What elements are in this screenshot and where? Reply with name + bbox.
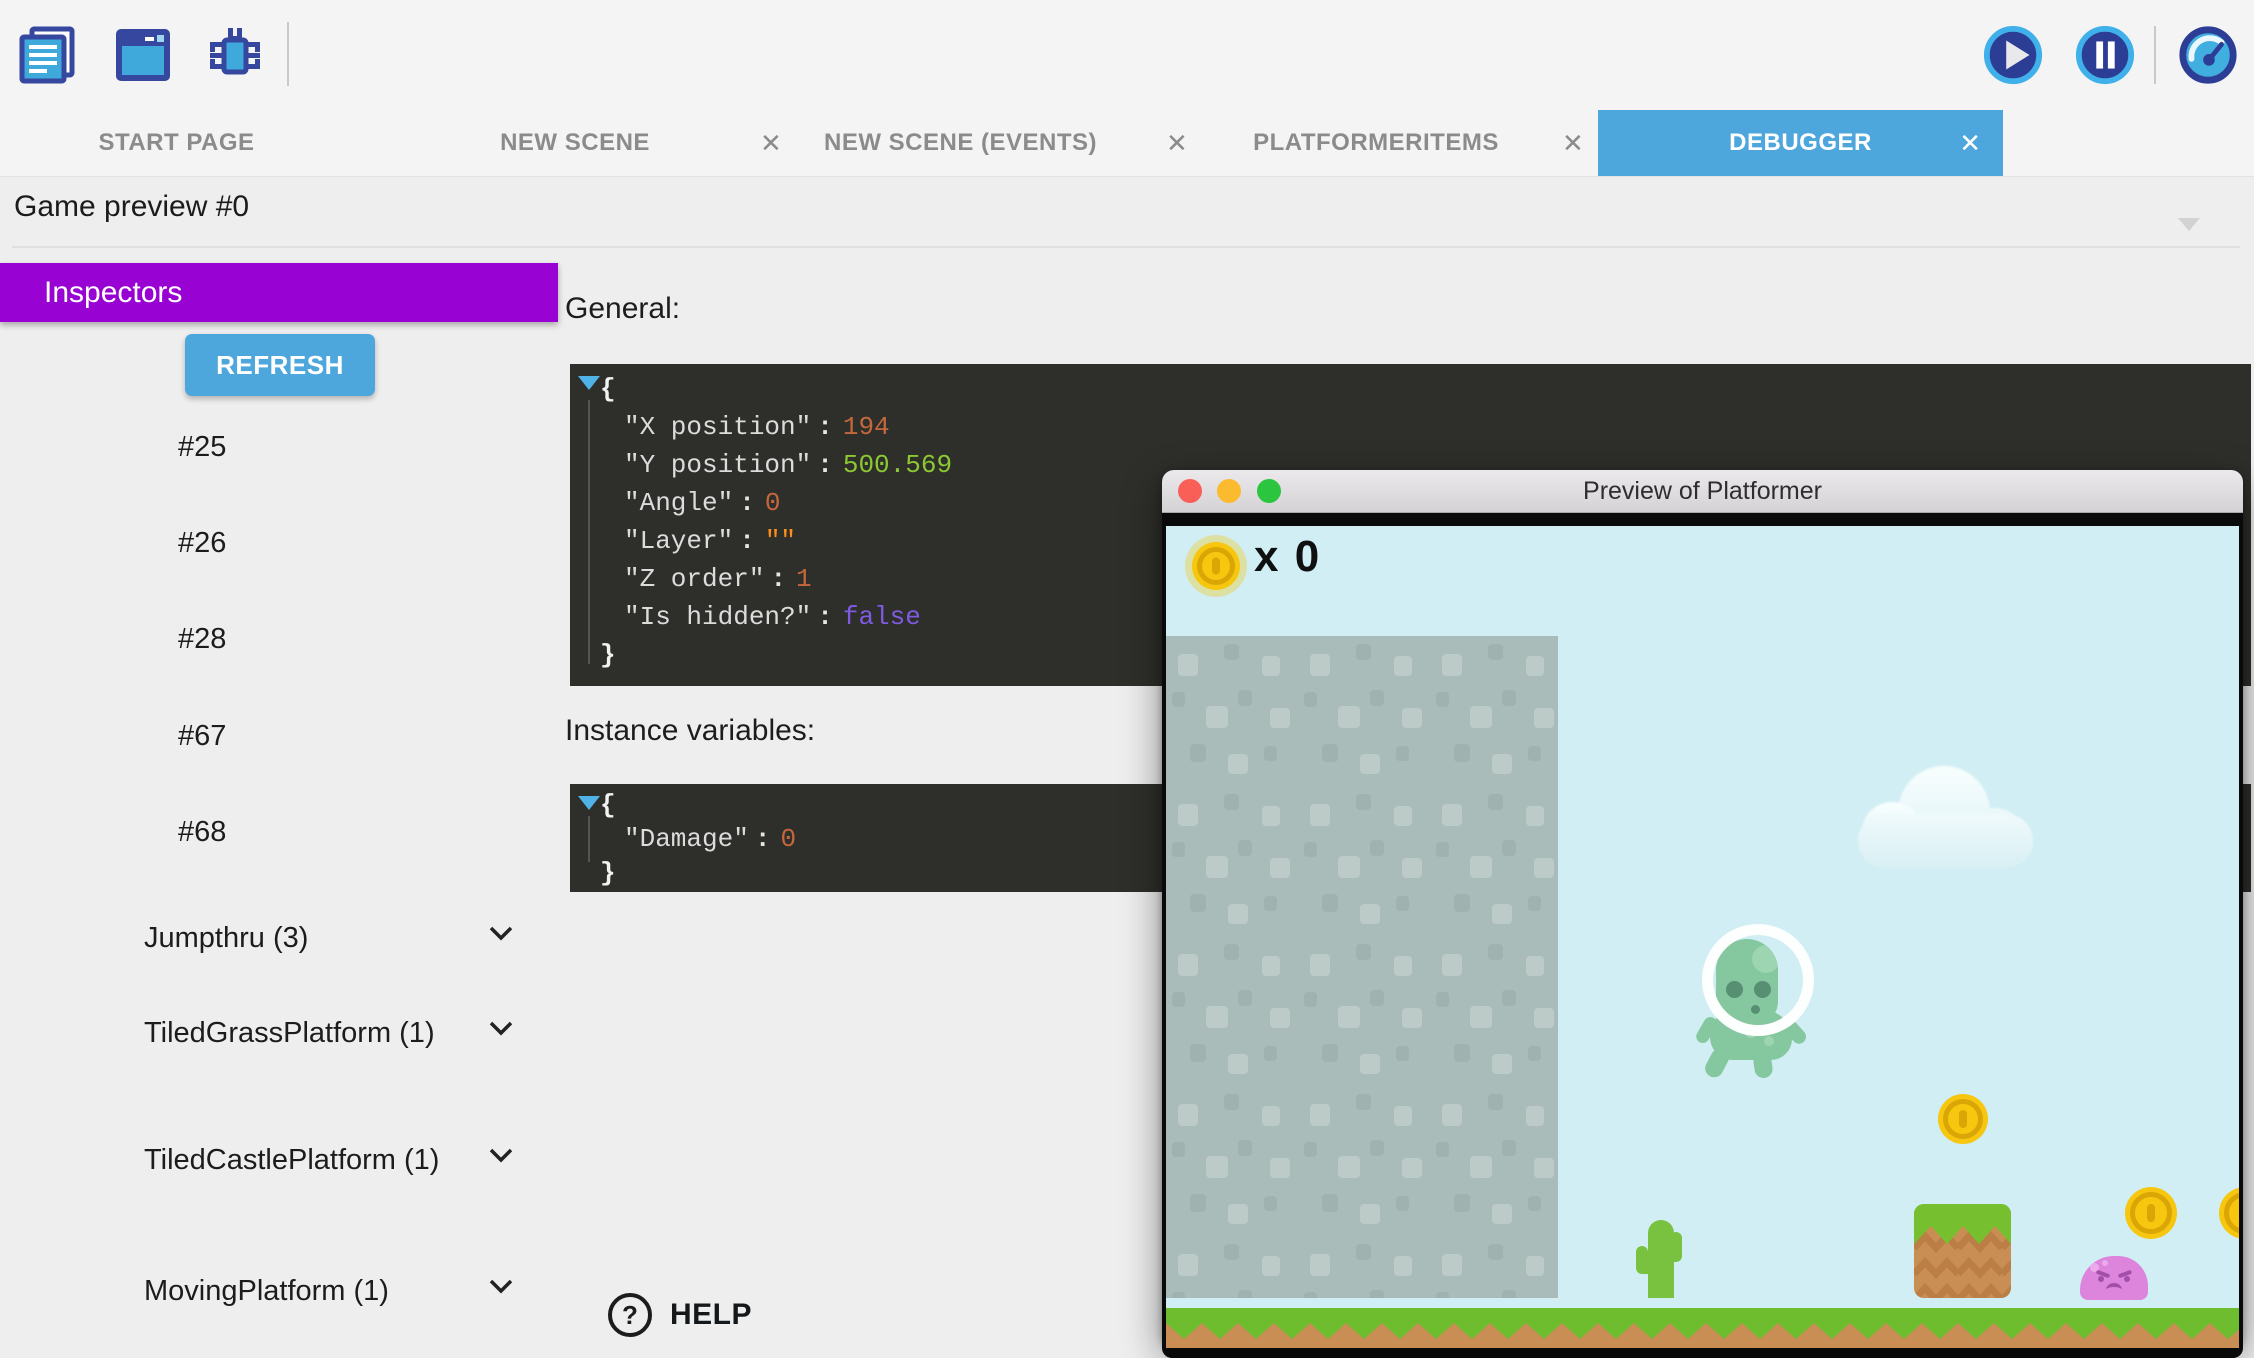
coin-sprite [2219, 1187, 2243, 1239]
sidebar-item-tiledcastleplatform[interactable]: TiledCastlePlatform (1) [144, 1143, 520, 1178]
question-mark-icon: ? [608, 1293, 652, 1337]
main-toolbar [0, 0, 2254, 110]
json-open-brace: { [570, 370, 2251, 408]
tab-new-scene-close-icon[interactable]: ✕ [760, 110, 782, 176]
tab-debugger-label: DEBUGGER [1598, 110, 2003, 176]
instance-variables-section-label: Instance variables: [565, 714, 815, 748]
ground-sprite [1166, 1308, 2239, 1348]
debugger-screen: START PAGE NEW SCENE ✕ NEW SCENE (EVENTS… [0, 0, 2254, 1358]
slime-enemy-sprite [2080, 1256, 2148, 1300]
editor-tabbar: START PAGE NEW SCENE ✕ NEW SCENE (EVENTS… [0, 110, 2254, 177]
game-canvas: x 0 [1162, 513, 2243, 1358]
preview-window-title: Preview of Platformer [1162, 470, 2243, 512]
helmet-ring [1702, 924, 1814, 1036]
tab-start-page[interactable]: START PAGE [90, 110, 263, 176]
play-icon[interactable] [1982, 24, 2044, 86]
chevron-down-icon[interactable] [488, 925, 514, 941]
coin-counter: x 0 [1254, 532, 1321, 582]
tab-platformeritems[interactable]: PLATFORMERITEMS [1238, 110, 1514, 176]
chevron-down-icon[interactable] [488, 1147, 514, 1163]
tab-new-scene[interactable]: NEW SCENE [490, 110, 660, 176]
player-alien-sprite [1702, 928, 1812, 1068]
tab-new-scene-events-close-icon[interactable]: ✕ [1166, 110, 1188, 176]
chevron-down-icon[interactable] [2178, 218, 2200, 231]
inspectors-header: Inspectors [0, 263, 558, 322]
cactus-sprite [1636, 1220, 1682, 1298]
coin-sprite [1938, 1094, 1988, 1144]
pause-icon[interactable] [2074, 24, 2136, 86]
preview-window-titlebar[interactable]: Preview of Platformer [1162, 470, 2243, 513]
grass-block-platform-sprite [1914, 1204, 2011, 1298]
sidebar-item-25[interactable]: #25 [144, 430, 554, 465]
tab-debugger[interactable]: DEBUGGER ✕ [1598, 110, 2003, 176]
toolbar-divider [287, 22, 289, 86]
sidebar-item-movingplatform[interactable]: MovingPlatform (1) [144, 1274, 520, 1309]
coin-sprite [2125, 1187, 2177, 1239]
sidebar-item-68[interactable]: #68 [144, 815, 554, 850]
json-row: "X position":194 [570, 408, 2251, 446]
castle-wall-sprite [1166, 636, 1558, 1298]
game-preview-selector[interactable]: Game preview #0 [14, 190, 249, 224]
tab-new-scene-events[interactable]: NEW SCENE (EVENTS) [818, 110, 1103, 176]
debug-bug-icon[interactable] [204, 24, 266, 86]
sidebar-item-26[interactable]: #26 [144, 526, 554, 561]
tab-debugger-close-icon[interactable]: ✕ [1959, 110, 1981, 176]
cloud-sprite [1858, 766, 2033, 868]
chevron-down-icon[interactable] [488, 1278, 514, 1294]
sidebar-item-tiledgrassplatform[interactable]: TiledGrassPlatform (1) [144, 1016, 520, 1051]
refresh-button[interactable]: REFRESH [185, 334, 375, 396]
scene-window-icon[interactable] [112, 24, 174, 86]
help-label: HELP [670, 1298, 752, 1332]
chevron-down-icon[interactable] [488, 1020, 514, 1036]
help-button[interactable]: ? HELP [608, 1293, 788, 1341]
coin-hud-icon [1192, 542, 1240, 590]
sidebar-item-28[interactable]: #28 [144, 622, 554, 657]
divider [12, 246, 2240, 248]
sidebar-item-jumpthru[interactable]: Jumpthru (3) [144, 921, 520, 956]
sidebar-item-67[interactable]: #67 [144, 719, 554, 754]
documents-icon[interactable] [16, 24, 78, 86]
tab-platformeritems-close-icon[interactable]: ✕ [1562, 110, 1584, 176]
general-section-label: General: [565, 292, 680, 326]
toolbar-divider [2154, 26, 2156, 84]
speed-gauge-icon[interactable] [2177, 24, 2239, 86]
preview-window: Preview of Platformer x 0 [1162, 470, 2243, 1345]
inspectors-title: Inspectors [44, 263, 182, 322]
